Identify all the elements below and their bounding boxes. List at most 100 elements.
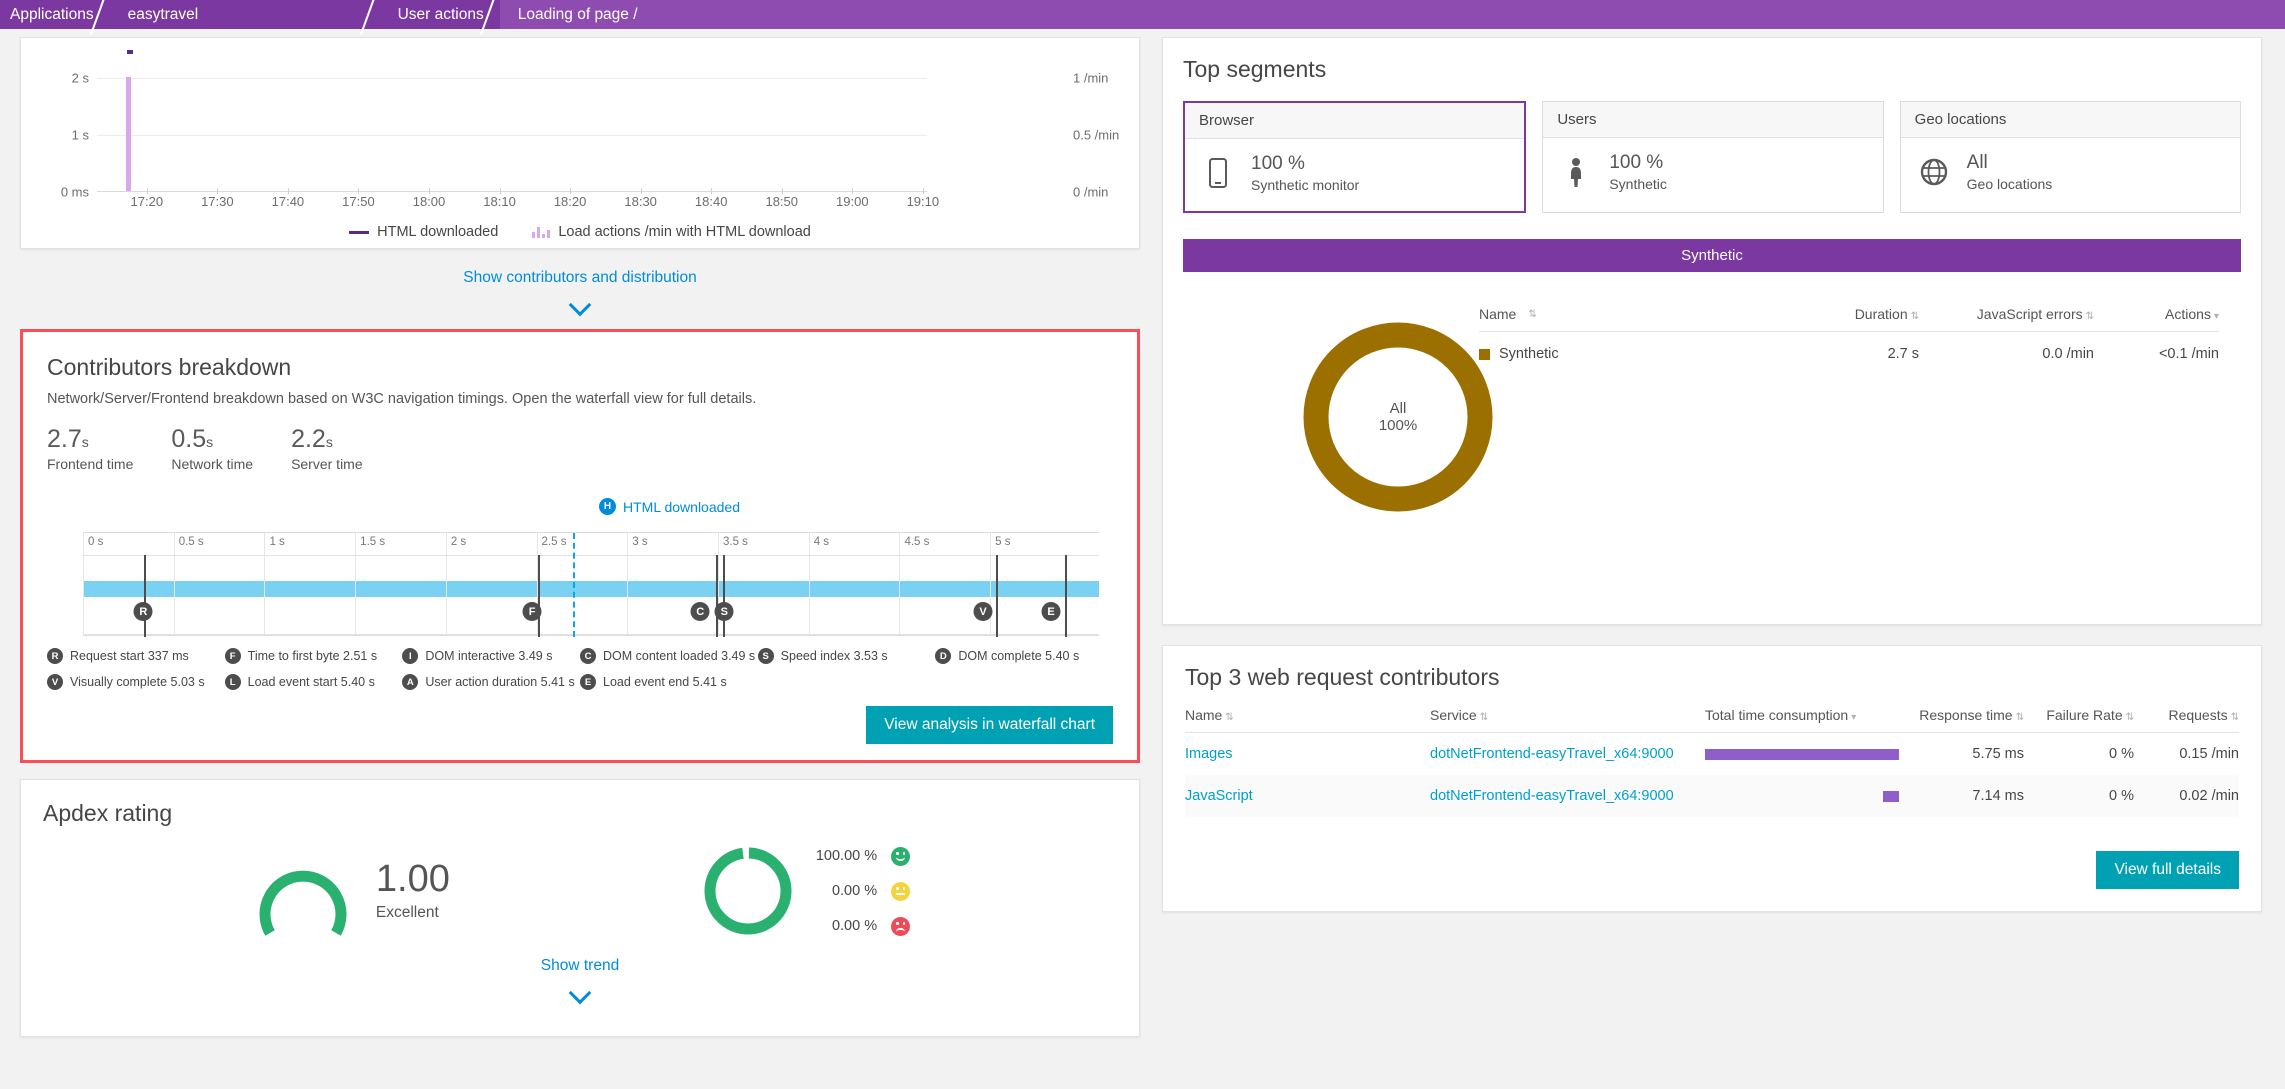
donut-center-top: All — [1389, 400, 1407, 417]
html-downloaded-dashed-line — [572, 533, 575, 637]
table-row[interactable]: Images dotNetFrontend-easyTravel_x64:900… — [1185, 733, 2239, 775]
marker-label: DOM complete 5.40 s — [958, 649, 1080, 663]
legend-marker-dom-complete: D DOM complete 5.40 s — [935, 648, 1113, 664]
sort-icon: ⇅ — [1479, 712, 1489, 723]
metric-unit: s — [206, 434, 214, 450]
marker-badge-icon: L — [224, 674, 241, 690]
column-header-actions[interactable]: Actions ▾ — [2094, 306, 2219, 322]
marker-label: Load event end 5.41 s — [603, 675, 727, 689]
cell-name-link[interactable]: JavaScript — [1185, 788, 1430, 804]
waterfall-pin-ttfb[interactable]: F — [522, 602, 542, 621]
top-segments-title: Top segments — [1183, 56, 1327, 82]
top-segments-card: Top segments Browser 100 % Synthetic mon… — [1162, 37, 2262, 625]
marker-badge-icon: I — [402, 648, 419, 664]
breadcrumb-item-loading-of-page[interactable]: Loading of page / — [499, 0, 2285, 29]
marker-badge-icon: A — [402, 674, 419, 690]
cell-total-time-bar — [1705, 748, 1919, 760]
segment-card-browser[interactable]: Browser 100 % Synthetic monitor — [1183, 101, 1527, 213]
apdex-body: 1.00 Excellent 100.00 % 0.00 % 0.00 % — [43, 843, 1117, 939]
cell-requests: 0.15 /min — [2179, 746, 2239, 762]
legend-marker-ttfb: F Time to first byte 2.51 s — [224, 648, 403, 664]
segment-card-geo-locations[interactable]: Geo locations All Geo locations — [1899, 101, 2241, 213]
legend-label: HTML downloaded — [377, 224, 499, 240]
smiley-happy-icon — [891, 846, 911, 866]
marker-label: DOM content loaded 3.49 s — [603, 649, 756, 663]
legend-marker-load-event-start: L Load event start 5.40 s — [224, 674, 403, 690]
legend-item-load-actions[interactable]: Load actions /min with HTML download — [532, 224, 811, 240]
column-header-js-errors[interactable]: JavaScript errors ⇅ — [1919, 306, 2094, 322]
waterfall-pin-visually-complete[interactable]: V — [973, 602, 993, 621]
column-header-failure-rate[interactable]: Failure Rate ⇅ — [2024, 707, 2134, 723]
breadcrumb-item-easytravel[interactable]: easytravel — [109, 0, 381, 29]
metric-unit: s — [325, 434, 333, 450]
marker-badge-icon: V — [47, 674, 63, 690]
apdex-percent: 100.00 % — [815, 848, 878, 864]
breadcrumb-item-applications[interactable]: Applications — [0, 0, 110, 29]
cell-js-errors: 0.0 /min — [2042, 346, 2094, 362]
legend-marker-dom-interactive: I DOM interactive 3.49 s — [402, 648, 580, 664]
metric-value: 0.5 — [171, 425, 207, 453]
page-title: Contributors breakdown — [47, 354, 292, 380]
cell-duration: 2.7 s — [1887, 346, 1919, 362]
cell-service-link[interactable]: dotNetFrontend-easyTravel_x64:9000 — [1430, 746, 1705, 762]
axis-tick: 2.5 s — [541, 536, 567, 548]
table-row[interactable]: JavaScript dotNetFrontend-easyTravel_x64… — [1185, 775, 2239, 817]
cell-response-time: 5.75 ms — [1972, 746, 2024, 762]
apdex-gauge-icon — [259, 870, 347, 936]
view-full-details-button[interactable]: View full details — [2096, 851, 2239, 889]
html-badge-icon: H — [599, 498, 616, 515]
waterfall-pin-load-event-end[interactable]: E — [1041, 602, 1061, 621]
show-contributors-link[interactable]: Show contributors and distribution — [20, 249, 1140, 317]
apdex-gauge-group: 1.00 Excellent — [250, 843, 450, 939]
axis-tick: 3.5 s — [723, 536, 748, 548]
view-analysis-waterfall-button[interactable]: View analysis in waterfall chart — [866, 706, 1113, 744]
cell-name: Synthetic — [1499, 346, 1559, 362]
metric-label: Network time — [171, 456, 254, 472]
apdex-score: 1.00 — [375, 858, 450, 900]
column-header-service[interactable]: Service ⇅ — [1430, 707, 1705, 723]
load-actions-chart-card: 2 s 1 s 0 ms 1 /min 0.5 /min 0 /min 17:2… — [20, 37, 1140, 249]
chevron-down-icon[interactable] — [568, 981, 592, 1005]
column-header-name[interactable]: Name ⇅ — [1185, 707, 1430, 723]
breadcrumb-item-user-actions[interactable]: User actions — [379, 0, 500, 29]
html-flag-label: HTML downloaded — [623, 498, 740, 515]
gridline — [97, 135, 927, 136]
column-header-response-time[interactable]: Response time ⇅ — [1919, 707, 2024, 723]
chevron-down-icon[interactable] — [568, 293, 592, 317]
marker-line-speed-index — [723, 555, 726, 637]
apdex-percent-list: 100.00 % 0.00 % 0.00 % — [815, 846, 911, 936]
apdex-distribution-group: 100.00 % 0.00 % 0.00 % — [700, 843, 911, 939]
cell-service-link[interactable]: dotNetFrontend-easyTravel_x64:9000 — [1430, 788, 1705, 804]
table-row[interactable]: Synthetic 2.7 s 0.0 /min <0.1 /min — [1479, 332, 2219, 362]
column-header-requests[interactable]: Requests ⇅ — [2134, 707, 2239, 723]
axis-tick: 1.5 s — [360, 536, 386, 548]
metric-value: 2.2 — [291, 425, 326, 453]
legend-marker-load-event-end: E Load event end 5.41 s — [580, 674, 758, 690]
metric-server-time: 2.2s Server time — [291, 425, 363, 472]
column-header-name[interactable]: Name ⇅ — [1479, 306, 1789, 322]
grid-header-rule — [83, 555, 1099, 556]
waterfall-pin-dom-content-loaded[interactable]: C — [690, 602, 710, 621]
marker-badge-icon: C — [580, 648, 596, 664]
breadcrumb-separator-icon — [367, 0, 381, 29]
contributors-metrics: 2.7s Frontend time 0.5s Network time 2.2… — [47, 425, 1113, 472]
waterfall-pin-speed-index[interactable]: S — [714, 602, 734, 621]
grid-bottom-rule — [83, 634, 1099, 635]
column-header-duration[interactable]: Duration ⇅ — [1789, 306, 1919, 322]
axis-tick: 1 s — [269, 536, 285, 548]
breadcrumb-separator-icon — [97, 0, 111, 29]
show-trend-link[interactable]: Show trend — [43, 939, 1117, 1005]
metric-label: Server time — [291, 456, 363, 472]
right-column: Top segments Browser 100 % Synthetic mon… — [1162, 37, 2262, 912]
segment-caption: Geo locations — [1966, 176, 2053, 192]
segment-card-users[interactable]: Users 100 % Synthetic — [1542, 101, 1884, 213]
marker-line-visually-complete — [995, 555, 998, 637]
apdex-row-tolerating: 0.00 % — [816, 881, 911, 901]
marker-label: Request start 337 ms — [70, 649, 189, 663]
legend-item-html-downloaded[interactable]: HTML downloaded — [349, 224, 498, 240]
cell-name-link[interactable]: Images — [1185, 746, 1430, 762]
breadcrumb-label: Loading of page / — [517, 5, 638, 23]
segment-caption: Synthetic — [1609, 176, 1667, 192]
waterfall-pin-request-start[interactable]: R — [133, 602, 153, 621]
column-header-total-time[interactable]: Total time consumption ▾ — [1705, 707, 1919, 723]
